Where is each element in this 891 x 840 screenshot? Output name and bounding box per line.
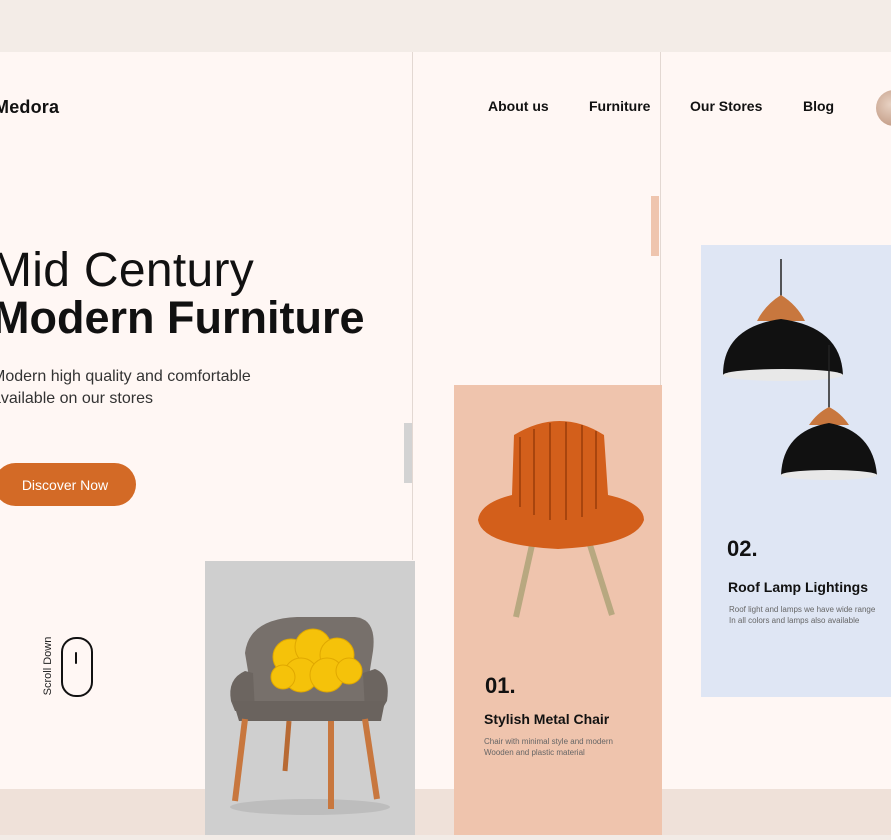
pendant-lamps-image [723, 259, 877, 480]
card-description: Roof light and lamps we have wide range … [729, 604, 891, 626]
scrollbar-thumb[interactable] [651, 196, 659, 256]
card-description-line1: Roof light and lamps we have wide range [729, 605, 876, 614]
window-top-band [0, 0, 891, 52]
brand-logo[interactable]: Medora [0, 97, 59, 118]
card-description: Chair with minimal style and modern Wood… [484, 736, 654, 758]
hero-subtitle-line1: Modern high quality and comfortable [0, 368, 251, 385]
hero-subtitle: Modern high quality and comfortable avai… [0, 366, 322, 410]
scrollbar-thumb[interactable] [404, 423, 412, 483]
product-card-roof-lamps[interactable]: 02. Roof Lamp Lightings Roof light and l… [701, 245, 891, 697]
orange-chair-image [478, 421, 644, 618]
grid-divider [412, 52, 413, 560]
card-title[interactable]: Stylish Metal Chair [484, 711, 609, 727]
card-title[interactable]: Roof Lamp Lightings [728, 579, 868, 595]
nav-item-furniture[interactable]: Furniture [589, 98, 650, 114]
hero-title-line1: Mid Century [0, 244, 255, 297]
nav-item-about-us[interactable]: About us [488, 98, 549, 114]
card-description-line1: Chair with minimal style and modern [484, 737, 613, 746]
product-card-metal-chair[interactable]: 01. Stylish Metal Chair Chair with minim… [454, 385, 662, 835]
window-bottom-band [0, 789, 891, 835]
nav-item-our-stores[interactable]: Our Stores [690, 98, 762, 114]
hero-title-line2: Modern Furniture [0, 292, 365, 343]
product-card-armchair[interactable] [205, 561, 415, 835]
mouse-wheel [75, 652, 77, 664]
hero-subtitle-line2: available on our stores [0, 390, 153, 407]
card-description-line2: Wooden and plastic material [484, 748, 585, 757]
card-number: 01. [485, 673, 516, 698]
armchair-image [230, 617, 390, 815]
mouse-scroll-icon[interactable] [61, 637, 93, 697]
nav-item-blog[interactable]: Blog [803, 98, 834, 114]
scroll-down-label: Scroll Down [42, 636, 54, 696]
discover-now-button[interactable]: Discover Now [0, 463, 136, 506]
card-number: 02. [727, 536, 758, 561]
card-description-line2: In all colors and lamps also available [729, 616, 860, 625]
